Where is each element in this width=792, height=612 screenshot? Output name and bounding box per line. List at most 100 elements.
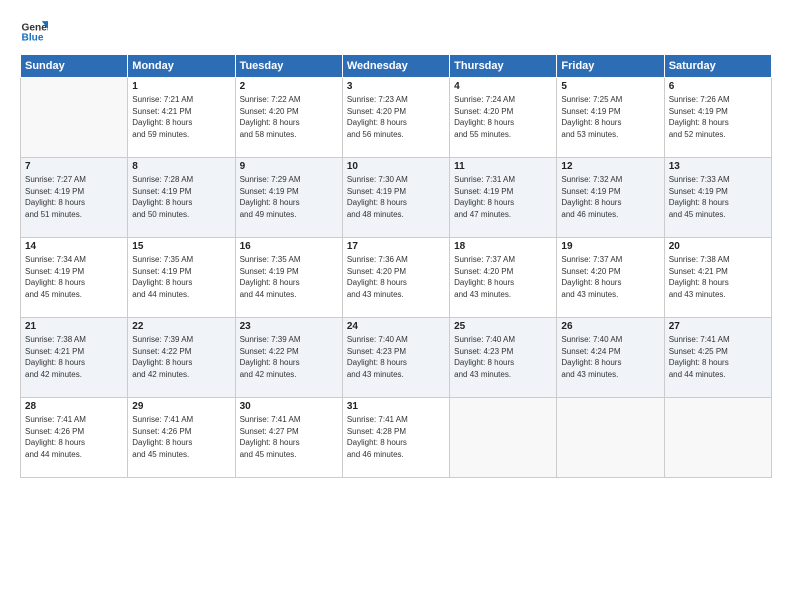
sunrise-text: Sunrise: 7:38 AM	[669, 255, 730, 264]
header-day-friday: Friday	[557, 55, 664, 78]
cell-content: Sunrise: 7:33 AMSunset: 4:19 PMDaylight:…	[669, 174, 767, 220]
calendar-cell: 31Sunrise: 7:41 AMSunset: 4:28 PMDayligh…	[342, 398, 449, 478]
calendar-cell	[664, 398, 771, 478]
daylight-text-cont: and 44 minutes.	[669, 370, 726, 379]
day-number: 23	[240, 321, 338, 332]
cell-content: Sunrise: 7:29 AMSunset: 4:19 PMDaylight:…	[240, 174, 338, 220]
sunset-text: Sunset: 4:19 PM	[132, 267, 191, 276]
sunrise-text: Sunrise: 7:21 AM	[132, 95, 193, 104]
daylight-text-cont: and 51 minutes.	[25, 210, 82, 219]
cell-content: Sunrise: 7:21 AMSunset: 4:21 PMDaylight:…	[132, 94, 230, 140]
cell-content: Sunrise: 7:30 AMSunset: 4:19 PMDaylight:…	[347, 174, 445, 220]
logo: General Blue	[20, 18, 48, 46]
daylight-text-cont: and 48 minutes.	[347, 210, 404, 219]
daylight-text: Daylight: 8 hours	[132, 278, 192, 287]
day-number: 15	[132, 241, 230, 252]
cell-content: Sunrise: 7:38 AMSunset: 4:21 PMDaylight:…	[25, 334, 123, 380]
header-day-saturday: Saturday	[664, 55, 771, 78]
daylight-text-cont: and 56 minutes.	[347, 130, 404, 139]
day-number: 20	[669, 241, 767, 252]
daylight-text-cont: and 53 minutes.	[561, 130, 618, 139]
day-number: 27	[669, 321, 767, 332]
sunset-text: Sunset: 4:21 PM	[669, 267, 728, 276]
header-day-thursday: Thursday	[450, 55, 557, 78]
sunset-text: Sunset: 4:23 PM	[454, 347, 513, 356]
daylight-text: Daylight: 8 hours	[561, 118, 621, 127]
sunset-text: Sunset: 4:20 PM	[561, 267, 620, 276]
sunrise-text: Sunrise: 7:31 AM	[454, 175, 515, 184]
daylight-text: Daylight: 8 hours	[347, 278, 407, 287]
sunrise-text: Sunrise: 7:32 AM	[561, 175, 622, 184]
day-number: 3	[347, 81, 445, 92]
page-header: General Blue	[20, 18, 772, 46]
calendar-cell: 16 Sunrise: 7:35 AMSunset: 4:19 PMDayligh…	[235, 238, 342, 318]
sunset-text: Sunset: 4:26 PM	[25, 427, 84, 436]
cell-content: Sunrise: 7:35 AMSunset: 4:19 PMDaylight:…	[240, 254, 338, 300]
sunrise-text: Sunrise: 7:37 AM	[454, 255, 515, 264]
calendar-cell: 3Sunrise: 7:23 AMSunset: 4:20 PMDaylight…	[342, 78, 449, 158]
day-number: 7	[25, 161, 123, 172]
cell-content: Sunrise: 7:32 AMSunset: 4:19 PMDaylight:…	[561, 174, 659, 220]
day-number: 24	[347, 321, 445, 332]
daylight-text-cont: and 45 minutes.	[669, 210, 726, 219]
cell-content: Sunrise: 7:37 AMSunset: 4:20 PMDaylight:…	[561, 254, 659, 300]
calendar-cell: 12Sunrise: 7:32 AMSunset: 4:19 PMDayligh…	[557, 158, 664, 238]
calendar-cell: 17 Sunrise: 7:36 AMSunset: 4:20 PMDayligh…	[342, 238, 449, 318]
daylight-text-cont: and 42 minutes.	[132, 370, 189, 379]
day-number: 10	[347, 161, 445, 172]
sunrise-text: Sunrise: 7:29 AM	[240, 175, 301, 184]
day-number: 16	[240, 241, 338, 252]
sunrise-text: Sunrise: 7:23 AM	[347, 95, 408, 104]
sunset-text: Sunset: 4:27 PM	[240, 427, 299, 436]
sunrise-text: Sunrise: 7:35 AM	[132, 255, 193, 264]
daylight-text: Daylight: 8 hours	[240, 358, 300, 367]
daylight-text-cont: and 43 minutes.	[561, 370, 618, 379]
daylight-text-cont: and 44 minutes.	[132, 290, 189, 299]
daylight-text: Daylight: 8 hours	[347, 358, 407, 367]
day-number: 11	[454, 161, 552, 172]
cell-content: Sunrise: 7:40 AMSunset: 4:24 PMDaylight:…	[561, 334, 659, 380]
daylight-text: Daylight: 8 hours	[240, 198, 300, 207]
daylight-text-cont: and 45 minutes.	[25, 290, 82, 299]
cell-content: Sunrise: 7:36 AMSunset: 4:20 PMDaylight:…	[347, 254, 445, 300]
daylight-text: Daylight: 8 hours	[561, 278, 621, 287]
cell-content: Sunrise: 7:41 AMSunset: 4:26 PMDaylight:…	[132, 414, 230, 460]
calendar-cell: 22Sunrise: 7:39 AMSunset: 4:22 PMDayligh…	[128, 318, 235, 398]
sunrise-text: Sunrise: 7:25 AM	[561, 95, 622, 104]
daylight-text: Daylight: 8 hours	[240, 118, 300, 127]
sunset-text: Sunset: 4:19 PM	[132, 187, 191, 196]
sunrise-text: Sunrise: 7:27 AM	[25, 175, 86, 184]
day-number: 8	[132, 161, 230, 172]
sunset-text: Sunset: 4:22 PM	[240, 347, 299, 356]
sunset-text: Sunset: 4:21 PM	[132, 107, 191, 116]
sunset-text: Sunset: 4:19 PM	[347, 187, 406, 196]
day-number: 5	[561, 81, 659, 92]
calendar-cell	[557, 398, 664, 478]
daylight-text: Daylight: 8 hours	[25, 358, 85, 367]
day-number: 28	[25, 401, 123, 412]
daylight-text-cont: and 45 minutes.	[240, 450, 297, 459]
daylight-text: Daylight: 8 hours	[240, 278, 300, 287]
header-day-wednesday: Wednesday	[342, 55, 449, 78]
calendar-cell: 10 Sunrise: 7:30 AMSunset: 4:19 PMDayligh…	[342, 158, 449, 238]
sunrise-text: Sunrise: 7:40 AM	[561, 335, 622, 344]
daylight-text-cont: and 46 minutes.	[561, 210, 618, 219]
calendar-cell: 13Sunrise: 7:33 AMSunset: 4:19 PMDayligh…	[664, 158, 771, 238]
sunset-text: Sunset: 4:20 PM	[240, 107, 299, 116]
calendar-cell: 8Sunrise: 7:28 AMSunset: 4:19 PMDaylight…	[128, 158, 235, 238]
daylight-text-cont: and 42 minutes.	[240, 370, 297, 379]
calendar-cell: 26Sunrise: 7:40 AMSunset: 4:24 PMDayligh…	[557, 318, 664, 398]
sunset-text: Sunset: 4:28 PM	[347, 427, 406, 436]
sunrise-text: Sunrise: 7:35 AM	[240, 255, 301, 264]
calendar-cell: 5Sunrise: 7:25 AMSunset: 4:19 PMDaylight…	[557, 78, 664, 158]
sunrise-text: Sunrise: 7:33 AM	[669, 175, 730, 184]
cell-content: Sunrise: 7:41 AMSunset: 4:27 PMDaylight:…	[240, 414, 338, 460]
day-number: 17	[347, 241, 445, 252]
day-number: 21	[25, 321, 123, 332]
sunset-text: Sunset: 4:24 PM	[561, 347, 620, 356]
daylight-text: Daylight: 8 hours	[561, 198, 621, 207]
daylight-text: Daylight: 8 hours	[240, 438, 300, 447]
sunset-text: Sunset: 4:19 PM	[669, 187, 728, 196]
daylight-text-cont: and 52 minutes.	[669, 130, 726, 139]
daylight-text: Daylight: 8 hours	[132, 358, 192, 367]
